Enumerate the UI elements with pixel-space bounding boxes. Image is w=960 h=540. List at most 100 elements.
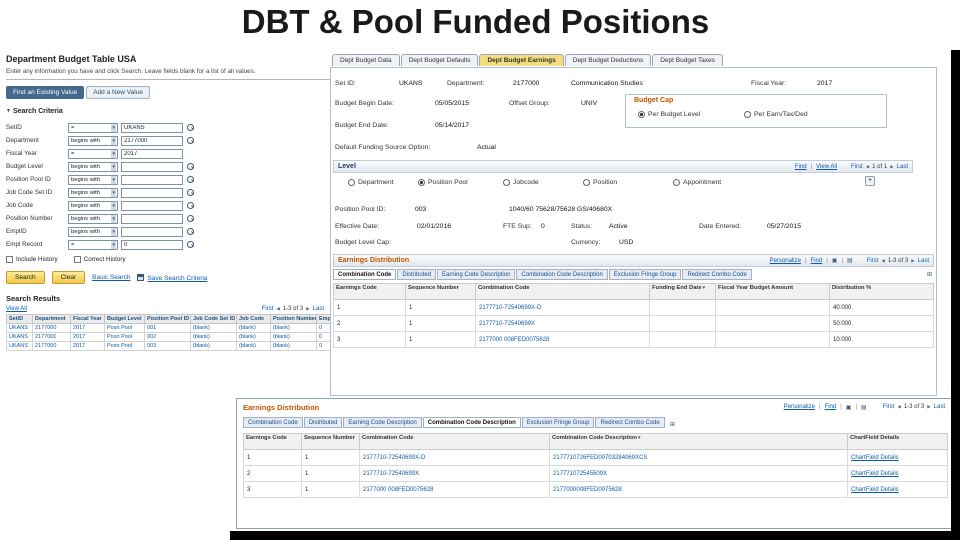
collapse-triangle-icon[interactable]: ▼ [6, 108, 11, 114]
result-cell[interactable]: Posn Pool [104, 323, 145, 333]
grid-tab-earning-code-description[interactable]: Earning Code Description [343, 417, 422, 428]
radio-per-budget-level[interactable]: Per Budget Level [638, 111, 700, 118]
result-cell[interactable]: (blank) [270, 332, 317, 342]
results-column-header[interactable]: Department [32, 314, 71, 324]
result-cell[interactable]: (blank) [270, 323, 317, 333]
lookup-icon[interactable] [187, 201, 195, 210]
lookup-icon[interactable] [187, 136, 195, 145]
cell-combination-code[interactable]: 2177000 008FED0075628 [475, 331, 650, 348]
cell-combination-code-description[interactable]: 217771072545509X [549, 465, 848, 482]
find-link[interactable]: Find [825, 404, 837, 410]
chartfield-details-link[interactable]: ChartField Details [847, 465, 948, 482]
chartfield-details-link[interactable]: ChartField Details [847, 481, 948, 498]
popup-window-icon[interactable]: ▣ [846, 404, 852, 411]
search-button[interactable]: Search [6, 271, 45, 284]
result-cell[interactable]: UKANS [6, 323, 33, 333]
prev-icon[interactable]: ◀ [881, 258, 884, 264]
results-column-header[interactable]: Fiscal Year [70, 314, 105, 324]
prev-icon[interactable]: ◀ [897, 404, 900, 410]
grid-tab-combination-code-description[interactable]: Combination Code Description [422, 417, 521, 428]
personalize-link[interactable]: Personalize [784, 404, 815, 410]
result-cell[interactable]: Posn Pool [104, 341, 145, 351]
field-input[interactable] [121, 226, 183, 237]
cell-combination-code[interactable]: 2177710-72540699X-D [475, 299, 650, 316]
col-combination-code[interactable]: Combination Code [359, 433, 550, 450]
grid-tab-exclusion-fringe-group[interactable]: Exclusion Fringe Group [608, 269, 682, 280]
field-operator-dropdown[interactable]: begins with ▾ [68, 200, 118, 211]
field-operator-dropdown[interactable]: = ▾ [68, 148, 118, 159]
popup-window-icon[interactable]: ▣ [832, 257, 838, 264]
results-column-header[interactable]: Job Code Set ID [190, 314, 237, 324]
result-cell[interactable]: (blank) [236, 341, 271, 351]
show-all-columns-icon[interactable]: ⊞ [927, 271, 932, 278]
next-icon[interactable]: ▶ [890, 164, 893, 170]
radio-per-earn-tax-ded[interactable]: Per Earn/Tax/Ded [744, 111, 808, 118]
level-option-position-pool[interactable]: Position Pool [418, 179, 468, 186]
level-option-department[interactable]: Department [348, 179, 394, 186]
grid-tab-distributed[interactable]: Distributed [303, 417, 343, 428]
pager-first[interactable]: First [867, 258, 879, 264]
cell-combination-code[interactable]: 2177710-72540699X [475, 315, 650, 332]
chartfield-details-link[interactable]: ChartField Details [847, 449, 948, 466]
lookup-icon[interactable] [187, 162, 195, 171]
field-operator-dropdown[interactable]: begins with ▾ [68, 213, 118, 224]
tab-dept-budget-defaults[interactable]: Dept Budget Defaults [400, 54, 479, 66]
result-cell[interactable]: UKANS [6, 341, 33, 351]
cell-combination-code[interactable]: 2177710-72540699X-D [359, 449, 550, 466]
field-input[interactable] [121, 122, 183, 133]
lookup-icon[interactable] [187, 188, 195, 197]
pager-last[interactable]: Last [918, 258, 929, 264]
results-column-header[interactable]: Position Pool ID [144, 314, 191, 324]
grid-tab-distributed[interactable]: Distributed [397, 269, 437, 280]
grid-tab-combination-code-description[interactable]: Combination Code Description [516, 269, 608, 280]
show-all-columns-icon[interactable]: ⊞ [670, 421, 675, 428]
add-row-button[interactable]: + [865, 176, 875, 186]
col-distribution-pct[interactable]: Distribution % [829, 283, 934, 300]
tab-dept-budget-data[interactable]: Dept Budget Data [332, 54, 400, 66]
pager-last[interactable]: Last [897, 164, 908, 170]
result-cell[interactable]: 002 [144, 332, 191, 342]
result-cell[interactable]: (blank) [270, 341, 317, 351]
download-grid-icon[interactable]: ▤ [861, 404, 867, 411]
result-cell[interactable]: (blank) [236, 323, 271, 333]
field-operator-dropdown[interactable]: begins with ▾ [68, 135, 118, 146]
result-cell[interactable]: 2017 [70, 332, 105, 342]
col-funding-end-date[interactable]: Funding End Date▼ [649, 283, 716, 300]
result-cell[interactable]: (blank) [190, 332, 237, 342]
col-fiscal-year-budget-amount[interactable]: Fiscal Year Budget Amount [715, 283, 830, 300]
include-history-checkbox[interactable]: Include History [6, 256, 58, 263]
field-operator-dropdown[interactable]: begins with ▾ [68, 187, 118, 198]
lookup-icon[interactable] [187, 227, 195, 236]
result-cell[interactable]: Posn Pool [104, 332, 145, 342]
next-icon[interactable]: ▶ [306, 306, 309, 312]
field-input[interactable] [121, 213, 183, 224]
field-input[interactable] [121, 239, 183, 250]
results-column-header[interactable]: SetID [6, 314, 33, 324]
field-input[interactable] [121, 135, 183, 146]
col-earnings-code[interactable]: Earnings Code [333, 283, 406, 300]
cell-combination-code-description[interactable]: 2177000008FED0075628 [549, 481, 848, 498]
lookup-icon[interactable] [187, 214, 195, 223]
prev-icon[interactable]: ◀ [276, 306, 279, 312]
col-sequence-number[interactable]: Sequence Number [301, 433, 360, 450]
result-cell[interactable]: 2177000 [32, 332, 71, 342]
tab-dept-budget-taxes[interactable]: Dept Budget Taxes [652, 54, 724, 66]
lookup-icon[interactable] [187, 240, 195, 249]
result-cell[interactable]: (blank) [190, 323, 237, 333]
col-combination-code-description[interactable]: Combination Code Description▼ [549, 433, 848, 450]
pager-last[interactable]: Last [934, 404, 945, 410]
field-input[interactable] [121, 148, 183, 159]
grid-tab-redirect-combo-code[interactable]: Redirect Combo Code [595, 417, 665, 428]
tab-find-existing-value[interactable]: Find an Existing Value [6, 86, 85, 99]
col-earnings-code[interactable]: Earnings Code [243, 433, 302, 450]
result-cell[interactable]: 003 [144, 341, 191, 351]
field-operator-dropdown[interactable]: begins with ▾ [68, 174, 118, 185]
clear-button[interactable]: Clear [51, 271, 86, 284]
grid-tab-combination-code[interactable]: Combination Code [333, 269, 397, 280]
col-sequence-number[interactable]: Sequence Number [405, 283, 476, 300]
pager-first[interactable]: First [851, 164, 863, 170]
next-icon[interactable]: ▶ [927, 404, 930, 410]
field-operator-dropdown[interactable]: begins with ▾ [68, 161, 118, 172]
field-input[interactable] [121, 174, 183, 185]
result-cell[interactable]: 2017 [70, 323, 105, 333]
